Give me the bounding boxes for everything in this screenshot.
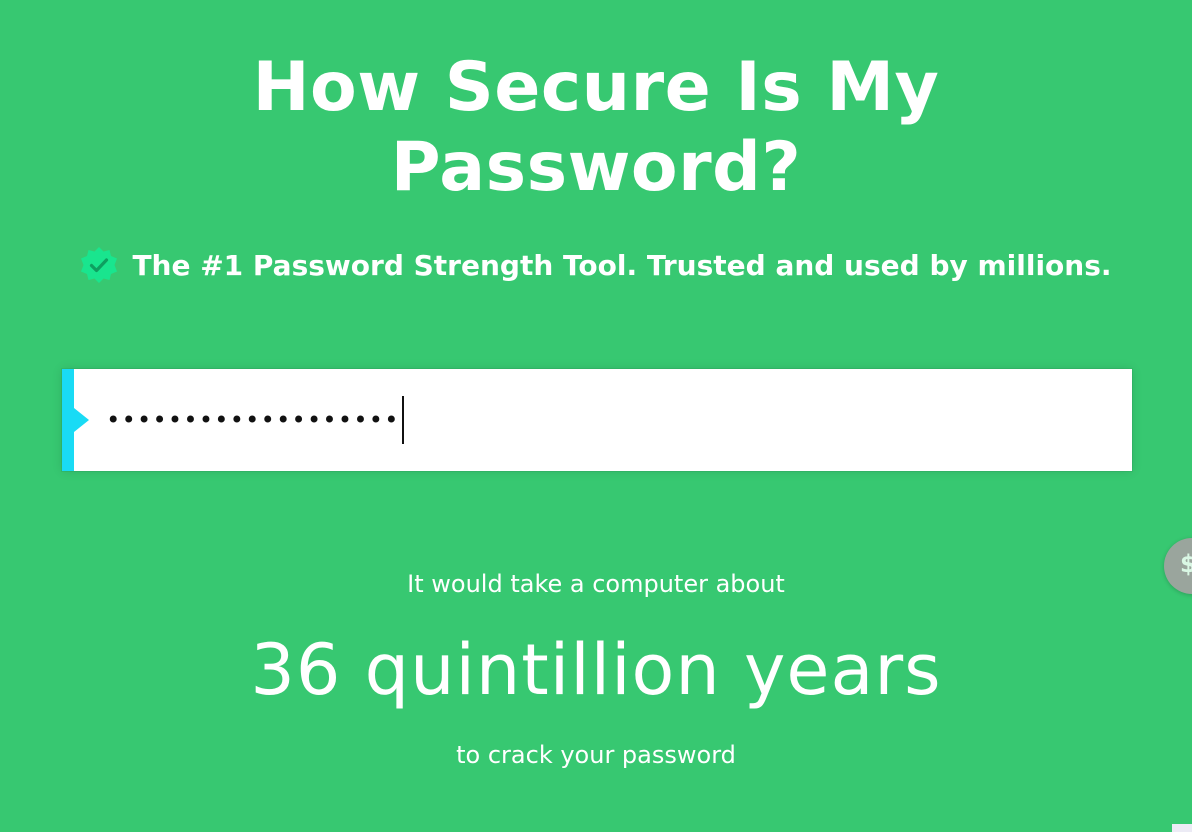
password-masked-value: ••••••••••••••••••• [106,406,400,434]
tagline: The #1 Password Strength Tool. Trusted a… [0,244,1192,286]
password-field[interactable]: ••••••••••••••••••• [62,369,1132,471]
crack-time-value: 36 quintillion years [250,629,942,711]
corner-scroll-indicator [1172,824,1192,832]
page-title-line-1: How Secure Is My [252,48,940,127]
strength-indicator [62,369,89,471]
password-input[interactable]: ••••••••••••••••••• [106,396,404,444]
verified-badge-icon [81,247,118,283]
dollar-icon: $ [1180,550,1192,578]
crack-time-prefix: It would take a computer about [407,570,785,598]
tagline-text: The #1 Password Strength Tool. Trusted a… [132,248,1112,282]
page-title: How Secure Is My Password? [0,48,1192,208]
crack-time-suffix: to crack your password [456,741,736,769]
page-title-line-2: Password? [390,128,802,207]
text-caret [401,396,404,444]
